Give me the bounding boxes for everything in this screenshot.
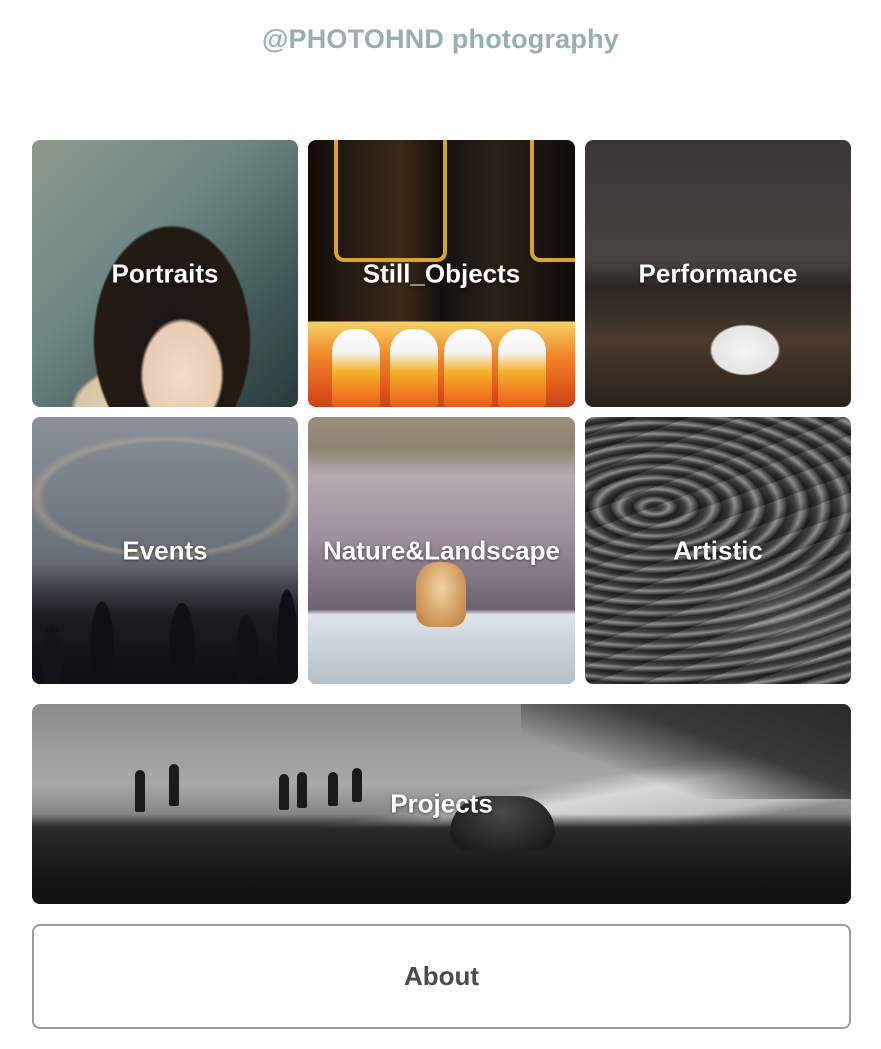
site-title: @PHOTOHND photography [261, 24, 620, 54]
category-tile-projects[interactable]: Projects [32, 704, 851, 904]
page: @PHOTOHND photography Portraits Still_Ob… [0, 0, 881, 1049]
category-label-portraits: Portraits [111, 258, 219, 288]
category-label-nature-landscape: Nature&Landscape [323, 535, 560, 565]
category-tile-events[interactable]: Events [32, 417, 298, 684]
category-label-performance: Performance [638, 258, 798, 288]
category-label-artistic: Artistic [673, 535, 763, 565]
category-tile-still-objects[interactable]: Still_Objects [308, 140, 575, 407]
category-label-still-objects: Still_Objects [362, 258, 521, 288]
category-tile-nature-landscape[interactable]: Nature&Landscape [308, 417, 575, 684]
category-label-projects: Projects [390, 788, 493, 819]
category-label-events: Events [122, 535, 208, 565]
category-tile-performance[interactable]: Performance [585, 140, 851, 407]
category-tile-artistic[interactable]: Artistic [585, 417, 851, 684]
about-button[interactable]: About [32, 924, 851, 1029]
category-tile-portraits[interactable]: Portraits [32, 140, 298, 407]
